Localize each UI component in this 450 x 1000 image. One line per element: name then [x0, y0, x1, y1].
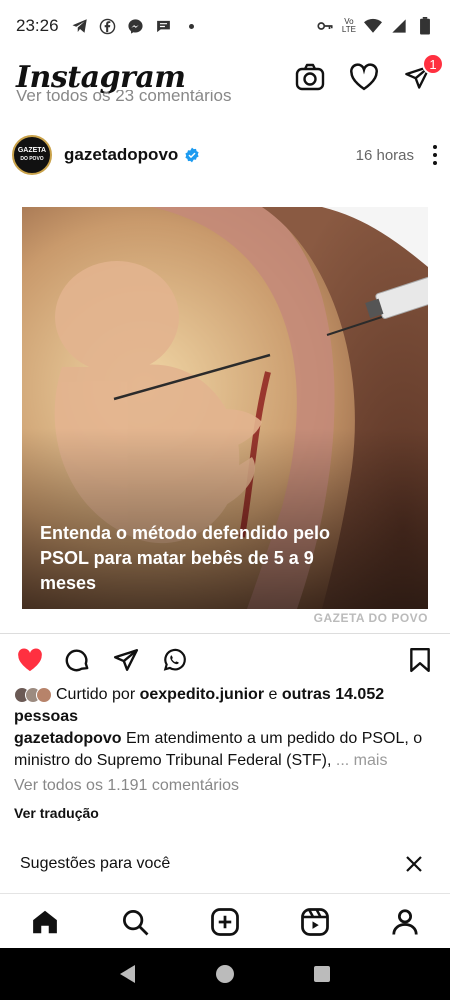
- suggestions-label: Sugestões para você: [20, 855, 171, 872]
- post-time: 16 horas: [355, 146, 414, 164]
- liked-prefix: Curtido por: [56, 686, 140, 703]
- view-comments-link[interactable]: Ver todos os 1.191 comentários: [14, 777, 239, 795]
- post-image: Entenda o método defendido pelo PSOL par…: [22, 207, 428, 609]
- previous-post-view-comments-text: Ver todos os 23 comentários: [16, 90, 232, 105]
- status-time: 23:26: [16, 16, 59, 35]
- chat-icon: [155, 17, 173, 35]
- search-icon[interactable]: [119, 906, 151, 938]
- previous-post-view-comments[interactable]: Ver todos os 23 comentários: [16, 90, 231, 106]
- volte-label: Vo LTE: [342, 18, 356, 34]
- telegram-icon: [71, 17, 89, 35]
- status-bar: 23:26 Vo LTE: [0, 0, 450, 52]
- messenger-icon: [127, 17, 145, 35]
- system-navigation-bar: [0, 948, 450, 1000]
- create-post-icon[interactable]: [209, 906, 241, 938]
- direct-messages-button[interactable]: 1: [402, 53, 444, 93]
- recents-icon[interactable]: [306, 958, 338, 990]
- post-username[interactable]: gazetadopovo: [64, 145, 178, 165]
- avatar-line1: GAZETA: [17, 147, 47, 154]
- home-circle-icon[interactable]: [209, 958, 241, 990]
- likes-summary[interactable]: Curtido por oexpedito.junior e outras 14…: [14, 684, 434, 728]
- reels-icon[interactable]: [299, 906, 331, 938]
- notification-badge: 1: [422, 53, 444, 75]
- status-left-icons: [71, 17, 201, 35]
- liked-user[interactable]: oexpedito.junior: [140, 686, 264, 703]
- signal-icon: [390, 17, 408, 35]
- profile-icon[interactable]: [389, 906, 421, 938]
- post-header: GAZETA DO POVO gazetadopovo 16 horas: [0, 128, 450, 182]
- verified-badge-icon: [184, 147, 200, 163]
- back-icon[interactable]: [112, 958, 144, 990]
- post-actions: [0, 640, 450, 680]
- close-icon[interactable]: [398, 848, 430, 880]
- bookmark-icon[interactable]: [404, 644, 436, 676]
- vpn-key-icon: [316, 17, 334, 35]
- header-actions: 1: [294, 53, 444, 93]
- caption-username[interactable]: gazetadopovo: [14, 730, 122, 747]
- whatsapp-icon[interactable]: [158, 644, 190, 676]
- camera-icon[interactable]: [294, 61, 326, 93]
- comment-icon[interactable]: [62, 644, 94, 676]
- volte-bottom: LTE: [341, 25, 356, 34]
- home-icon[interactable]: [29, 906, 61, 938]
- liker-avatar: [36, 686, 52, 703]
- liker-avatars: [14, 686, 52, 703]
- see-translation-link[interactable]: Ver tradução: [14, 805, 99, 821]
- post-media[interactable]: Entenda o método defendido pelo PSOL par…: [0, 183, 450, 633]
- caption-more-link[interactable]: ... mais: [336, 752, 388, 769]
- facebook-icon: [99, 17, 117, 35]
- post-caption: gazetadopovo Em atendimento a um pedido …: [14, 728, 438, 772]
- dot-icon: [183, 17, 201, 35]
- more-options-icon[interactable]: [432, 145, 438, 165]
- media-brand: GAZETA DO POVO: [313, 611, 428, 625]
- avatar[interactable]: GAZETA DO POVO: [12, 135, 52, 175]
- bottom-navigation: [0, 893, 450, 949]
- wifi-icon: [364, 17, 382, 35]
- avatar-line2: DO POVO: [20, 156, 44, 162]
- divider: [0, 633, 450, 634]
- suggestions-header: Sugestões para você: [0, 842, 450, 886]
- liked-middle: e: [264, 686, 282, 703]
- status-right-icons: Vo LTE: [316, 17, 434, 35]
- share-icon[interactable]: [110, 644, 142, 676]
- heart-icon[interactable]: [348, 61, 380, 93]
- battery-icon: [416, 17, 434, 35]
- media-caption: Entenda o método defendido pelo PSOL par…: [40, 523, 330, 593]
- like-heart-icon[interactable]: [14, 644, 46, 676]
